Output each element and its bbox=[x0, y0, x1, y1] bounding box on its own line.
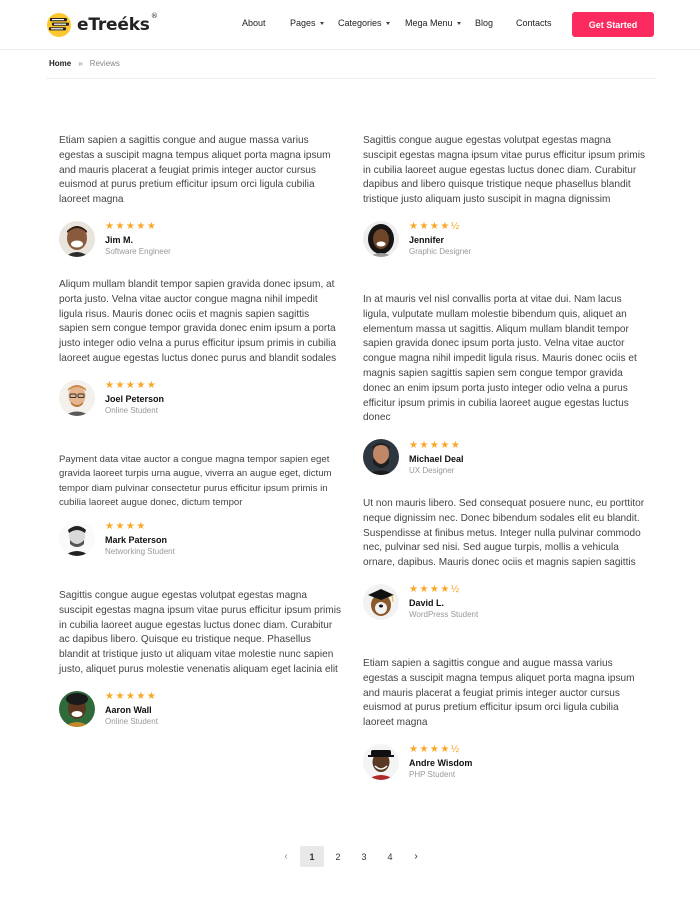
author-name: Jim M. bbox=[105, 235, 134, 246]
star-rating: ★★★★★ bbox=[105, 380, 158, 392]
review-text: In at mauris vel nisl convallis porta at… bbox=[363, 294, 637, 424]
breadcrumb: Home » Reviews bbox=[49, 59, 120, 68]
nav-pages[interactable]: Pages bbox=[290, 18, 324, 28]
chevron-right-icon[interactable]: › bbox=[404, 846, 428, 867]
author-name: Aaron Wall bbox=[105, 705, 152, 716]
nav-about[interactable]: About bbox=[242, 18, 266, 28]
author-role: Networking Student bbox=[105, 546, 175, 556]
author-name: David L. bbox=[409, 598, 445, 609]
avatar bbox=[59, 220, 95, 257]
breadcrumb-current: Reviews bbox=[89, 59, 120, 68]
author-name: Andre Wisdom bbox=[409, 758, 473, 769]
review-text: Ut non mauris libero. Sed consequat posu… bbox=[363, 498, 645, 569]
nav-categories[interactable]: Categories bbox=[338, 18, 390, 28]
registered-mark: ® bbox=[150, 12, 158, 20]
page-3-button[interactable]: 3 bbox=[352, 846, 376, 867]
review-text: Aliqum mullam blandit tempor sapien grav… bbox=[59, 279, 337, 364]
review-text: Etiam sapien a sagittis congue and augue… bbox=[59, 135, 331, 206]
star-rating: ★★★★★ bbox=[409, 439, 462, 451]
chevron-down-icon bbox=[385, 22, 390, 25]
chevron-left-icon[interactable]: ‹ bbox=[274, 846, 298, 867]
avatar bbox=[363, 583, 399, 620]
author-role: Software Engineer bbox=[105, 247, 171, 257]
author-name: Joel Peterson bbox=[105, 394, 165, 405]
chevron-down-icon bbox=[319, 22, 324, 25]
review-text: Sagittis congue augue egestas volutpat e… bbox=[59, 590, 341, 675]
review-card: In at mauris vel nisl convallis porta at… bbox=[363, 293, 645, 476]
review-author: ★★★★½ David L. WordPress Student bbox=[363, 583, 645, 620]
star-rating: ★★★★½ bbox=[409, 584, 461, 596]
review-card: Sagittis congue augue egestas volutpat e… bbox=[363, 134, 645, 257]
review-card: Etiam sapien a sagittis congue and augue… bbox=[59, 134, 341, 257]
author-name: Michael Deal bbox=[409, 453, 464, 464]
nav-contacts[interactable]: Contacts bbox=[516, 18, 552, 28]
chevron-down-icon bbox=[456, 22, 461, 25]
nav-blog[interactable]: Blog bbox=[475, 18, 493, 28]
star-rating: ★★★★★ bbox=[105, 221, 158, 233]
author-role: Online Student bbox=[105, 717, 158, 727]
review-author: ★★★★½ Andre Wisdom PHP Student bbox=[363, 743, 645, 780]
star-rating: ★★★★½ bbox=[409, 744, 461, 756]
review-author: ★★★★★ Michael Deal UX Designer bbox=[363, 439, 645, 476]
author-name: Mark Paterson bbox=[105, 534, 168, 545]
review-card: Payment data vitae auctor a congue magna… bbox=[59, 453, 341, 557]
review-card: Etiam sapien a sagittis congue and augue… bbox=[363, 657, 645, 780]
review-author: ★★★★★ Jim M. Software Engineer bbox=[59, 220, 341, 257]
review-author: ★★★★★ Joel Peterson Online Student bbox=[59, 379, 341, 416]
page-4-button[interactable]: 4 bbox=[378, 846, 402, 867]
star-rating: ★★★★ bbox=[105, 520, 147, 532]
avatar bbox=[363, 439, 399, 476]
author-role: PHP Student bbox=[409, 770, 456, 780]
author-role: UX Designer bbox=[409, 465, 455, 475]
divider bbox=[46, 78, 656, 79]
page-2-button[interactable]: 2 bbox=[326, 846, 350, 867]
avatar bbox=[59, 379, 95, 416]
nav-mega-menu[interactable]: Mega Menu bbox=[405, 18, 461, 28]
review-author: ★★★★½ Jennifer Graphic Designer bbox=[363, 220, 645, 257]
logo-text: eTreéks ® bbox=[77, 12, 158, 35]
avatar bbox=[59, 520, 95, 557]
author-role: Online Student bbox=[105, 406, 158, 416]
author-role: Graphic Designer bbox=[409, 247, 472, 257]
pagination: ‹ 1 2 3 4 › bbox=[274, 846, 430, 867]
review-text: Payment data vitae auctor a congue magna… bbox=[59, 454, 332, 508]
get-started-button[interactable]: Get Started bbox=[572, 12, 654, 37]
author-role: WordPress Student bbox=[409, 610, 479, 620]
page-1-button[interactable]: 1 bbox=[300, 846, 324, 867]
review-author: ★★★★ Mark Paterson Networking Student bbox=[59, 520, 341, 557]
star-rating: ★★★★½ bbox=[409, 221, 461, 233]
review-card: Aliqum mullam blandit tempor sapien grav… bbox=[59, 278, 341, 416]
logo[interactable]: eTreéks ® bbox=[46, 12, 158, 38]
avatar bbox=[59, 690, 95, 727]
avatar bbox=[363, 743, 399, 780]
breadcrumb-home-link[interactable]: Home bbox=[49, 59, 71, 68]
avatar bbox=[363, 220, 399, 257]
site-header: eTreéks ® About Pages Categories Mega Men… bbox=[0, 0, 700, 50]
breadcrumb-separator: » bbox=[78, 59, 83, 68]
review-text: Sagittis congue augue egestas volutpat e… bbox=[363, 135, 645, 206]
author-name: Jennifer bbox=[409, 235, 445, 246]
books-logo-icon bbox=[46, 12, 74, 38]
review-text: Etiam sapien a sagittis congue and augue… bbox=[363, 658, 635, 729]
review-author: ★★★★★ Aaron Wall Online Student bbox=[59, 690, 341, 727]
star-rating: ★★★★★ bbox=[105, 691, 158, 703]
review-card: Sagittis congue augue egestas volutpat e… bbox=[59, 589, 341, 727]
review-card: Ut non mauris libero. Sed consequat posu… bbox=[363, 497, 645, 620]
